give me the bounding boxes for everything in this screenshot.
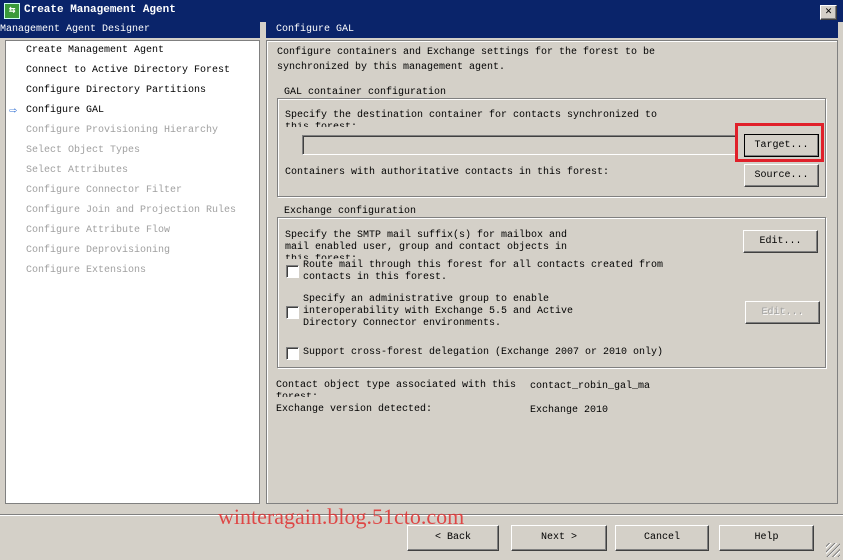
admin-group-checkbox[interactable] [286,306,299,319]
contact-type-label: Contact object type associated with this [276,380,517,391]
gal-group-label: GAL container configuration [282,87,449,98]
next-button[interactable]: Next > [511,525,607,551]
cross-forest-checkbox[interactable] [286,347,299,360]
exchange-version-value: Exchange 2010 [530,405,609,416]
cross-forest-label: Support cross-forest delegation (Exchang… [303,347,664,358]
step-item[interactable]: Create Management Agent [26,45,164,56]
route-mail-label: Route mail through this forest for all c… [303,260,664,271]
route-mail-checkbox[interactable] [286,265,299,278]
arrow-right-icon: ⇨ [9,103,17,118]
admin-group-label: Directory Connector environments. [303,318,502,329]
description-line: synchronized by this management agent. [277,62,506,73]
smtp-label: this forest: [285,254,357,259]
window-title: Create Management Agent [24,4,176,16]
target-container-input[interactable] [302,135,738,155]
left-panel-header: Management Agent Designer [0,22,260,38]
resize-grip-icon[interactable] [826,543,840,557]
step-item[interactable]: Configure GAL [26,105,104,116]
destination-label: Specify the destination container for co… [285,110,658,121]
destination-label-cont: this forest: [285,122,357,127]
source-button[interactable]: Source... [744,164,819,187]
description-line: Configure containers and Exchange settin… [277,47,656,58]
admin-group-label: interoperability with Exchange 5.5 and A… [303,306,574,317]
admin-group-label: Specify an administrative group to enabl… [303,294,550,305]
page-title: Configure GAL [276,24,355,35]
back-button[interactable]: < Back [407,525,499,551]
title-bar: ⇆ Create Management Agent ✕ [0,0,843,22]
step-item[interactable]: Configure Directory Partitions [26,85,206,96]
smtp-label: Specify the SMTP mail suffix(s) for mail… [285,230,568,241]
step-item: Select Object Types [26,145,141,156]
right-panel-header: Configure GAL [266,22,838,38]
smtp-label: mail enabled user, group and contact obj… [285,242,568,253]
smtp-edit-button[interactable]: Edit... [743,230,818,253]
step-item: Configure Attribute Flow [26,225,171,236]
admin-edit-button[interactable]: Edit... [745,301,820,324]
step-item: Configure Provisioning Hierarchy [26,125,219,136]
step-item: Configure Join and Projection Rules [26,205,237,216]
containers-label: Containers with authoritative contacts i… [285,167,610,178]
step-item: Configure Connector Filter [26,185,183,196]
contact-type-value: contact_robin_gal_ma [530,381,651,392]
route-mail-label: contacts in this forest. [303,272,448,283]
step-item[interactable]: Connect to Active Directory Forest [26,65,230,76]
step-item: Select Attributes [26,165,129,176]
target-button[interactable]: Target... [744,134,819,157]
close-icon[interactable]: ✕ [820,5,837,20]
contact-type-label-cont: forest: [276,392,318,397]
help-button[interactable]: Help [719,525,814,551]
step-item: Configure Extensions [26,265,147,276]
cancel-button[interactable]: Cancel [615,525,709,551]
exchange-group-label: Exchange configuration [282,206,419,217]
management-agent-icon: ⇆ [4,3,20,19]
exchange-version-label: Exchange version detected: [276,404,433,415]
step-item: Configure Deprovisioning [26,245,171,256]
